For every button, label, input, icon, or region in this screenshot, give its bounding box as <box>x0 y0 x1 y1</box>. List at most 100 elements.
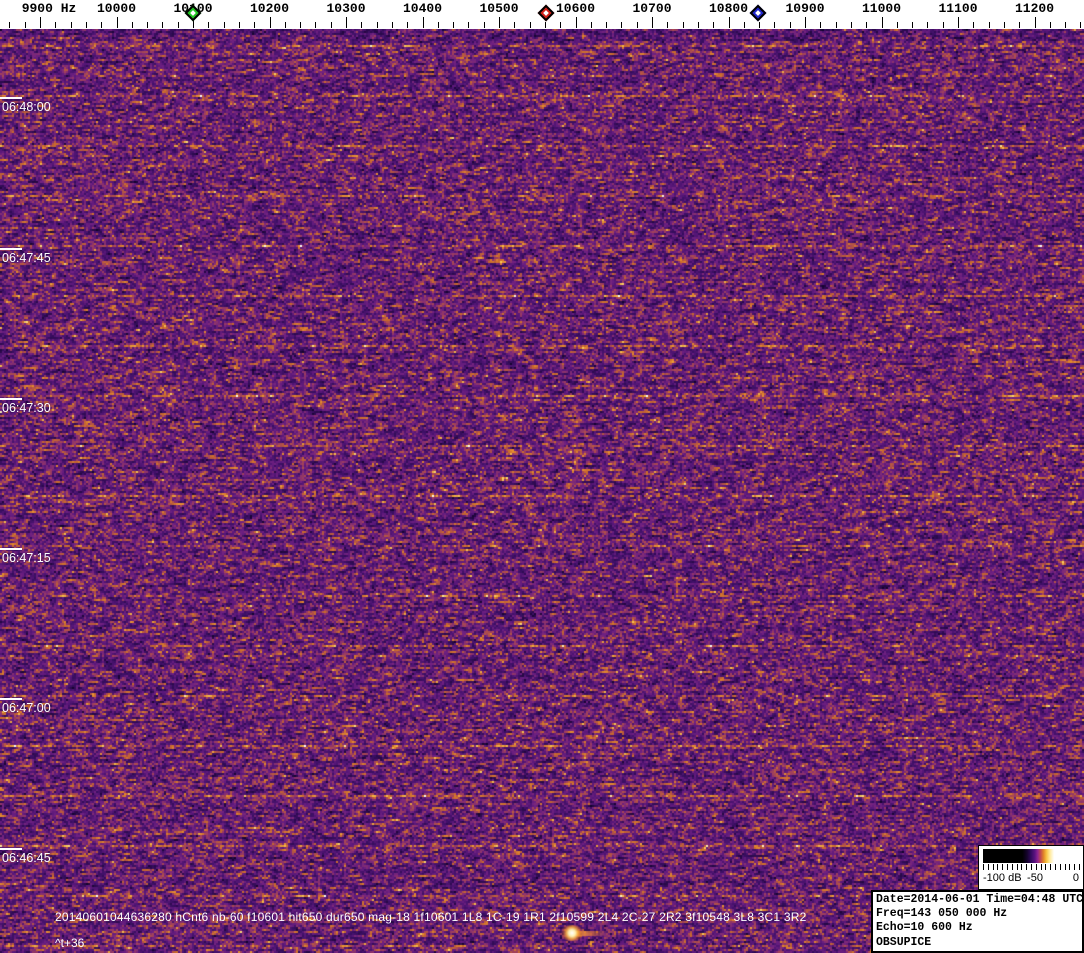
freq-tick <box>652 17 653 28</box>
time-tick <box>0 698 22 700</box>
colorbar-tick <box>1079 864 1080 870</box>
time-label: 06:47:45 <box>2 251 51 265</box>
time-tick <box>0 848 22 850</box>
info-date-time: Date=2014-06-01 Time=04:48 UTC <box>876 893 1084 906</box>
colorbar-tick <box>1002 864 1004 870</box>
colorbar-tick <box>1059 864 1061 870</box>
freq-tick <box>346 17 347 28</box>
freq-tick <box>973 22 975 28</box>
freq-tick <box>759 22 761 28</box>
freq-tick <box>514 22 516 28</box>
freq-tick <box>927 22 929 28</box>
colorbar-tick <box>1045 864 1047 870</box>
info-station: OBSUPICE <box>876 935 932 949</box>
freq-tick <box>1003 22 1005 28</box>
freq-tick <box>361 22 363 28</box>
freq-tick <box>713 22 715 28</box>
freq-tick <box>70 22 72 28</box>
freq-tick <box>208 22 210 28</box>
colorbar-tick <box>1069 864 1071 870</box>
freq-tick <box>697 22 699 28</box>
freq-tick <box>606 22 608 28</box>
freq-tick-label: 11000 <box>861 1 902 16</box>
time-label: 06:48:00 <box>2 100 51 114</box>
freq-tick-label: 11200 <box>1014 1 1055 16</box>
freq-tick <box>774 22 776 28</box>
freq-tick <box>743 22 745 28</box>
freq-tick <box>881 17 883 28</box>
freq-tick-label: 10700 <box>632 1 672 16</box>
freq-tick <box>636 22 638 28</box>
freq-tick <box>590 22 592 28</box>
frequency-ruler: 9900 Hz100001010010200103001040010500106… <box>0 0 1084 29</box>
freq-tick <box>820 22 822 28</box>
freq-tick-label: 11100 <box>938 1 978 16</box>
freq-tick <box>912 22 914 28</box>
info-echo: Echo=10 600 Hz <box>876 921 973 935</box>
freq-tick <box>9 22 11 28</box>
colorbar-tick <box>1026 864 1028 870</box>
colorbar-labels: -100 dB -50 0 <box>979 872 1083 887</box>
freq-tick <box>1034 17 1036 28</box>
freq-tick <box>437 22 439 28</box>
time-label: 06:47:30 <box>2 401 51 415</box>
freq-tick <box>223 22 225 28</box>
colorbar-label-mid: -50 <box>1027 872 1043 884</box>
freq-tick <box>866 22 868 28</box>
time-label: 06:47:00 <box>2 701 51 715</box>
freq-tick <box>1049 22 1051 28</box>
freq-tick-label: 10300 <box>326 1 366 16</box>
colorbar-tick <box>1007 864 1008 870</box>
freq-tick <box>85 22 87 28</box>
colorbar-ruler <box>983 864 1080 870</box>
colorbar-tick <box>1021 864 1023 870</box>
freq-tick <box>162 22 164 28</box>
time-label: 06:46:45 <box>2 851 51 865</box>
colorbar-tick <box>997 864 999 870</box>
freq-tick <box>560 22 562 28</box>
freq-tick <box>789 22 791 28</box>
time-tick <box>0 97 22 99</box>
marker-core <box>542 10 549 16</box>
waterfall-spectrogram-canvas <box>0 29 1084 953</box>
freq-tick-label: 9900 Hz <box>21 1 77 16</box>
marker-core <box>754 10 761 16</box>
freq-tick <box>621 22 623 28</box>
colorbar-tick <box>1074 864 1076 870</box>
freq-tick <box>24 22 26 28</box>
freq-tick-label: 10600 <box>555 1 596 16</box>
time-label: 06:47:15 <box>2 551 51 565</box>
freq-tick <box>1019 22 1021 28</box>
freq-tick <box>728 17 730 28</box>
freq-tick-label: 10800 <box>708 1 749 16</box>
freq-tick <box>453 22 455 28</box>
freq-tick <box>131 22 133 28</box>
freq-tick <box>468 22 470 28</box>
freq-tick <box>958 17 959 28</box>
freq-tick <box>575 17 577 28</box>
freq-tick <box>376 22 378 28</box>
colorbar-label-min: -100 dB <box>983 872 1022 884</box>
freq-tick <box>147 22 149 28</box>
freq-tick-label: 10900 <box>785 1 825 16</box>
colorbar-tick <box>1031 864 1032 870</box>
freq-tick <box>682 22 684 28</box>
freq-tick <box>55 22 57 28</box>
freq-tick <box>254 22 256 28</box>
freq-tick <box>1065 22 1067 28</box>
freq-tick-label: 10400 <box>402 1 443 16</box>
marker-red-diamond[interactable] <box>537 4 555 22</box>
freq-tick <box>391 22 393 28</box>
freq-tick <box>177 22 179 28</box>
freq-tick <box>269 17 271 28</box>
freq-tick <box>988 22 990 28</box>
freq-tick <box>896 22 898 28</box>
time-tick <box>0 548 22 550</box>
colorbar-tick <box>1016 864 1018 870</box>
freq-tick <box>483 22 485 28</box>
marker-blue-diamond[interactable] <box>749 4 767 22</box>
meteor-spectrogram-window: 9900 Hz100001010010200103001040010500106… <box>0 0 1084 953</box>
detection-status-line: 20140601044636280 hCnt6 nb-60 f10601 hit… <box>55 910 807 924</box>
colorbar-tick <box>992 864 994 870</box>
freq-tick-label: 10000 <box>96 1 137 16</box>
